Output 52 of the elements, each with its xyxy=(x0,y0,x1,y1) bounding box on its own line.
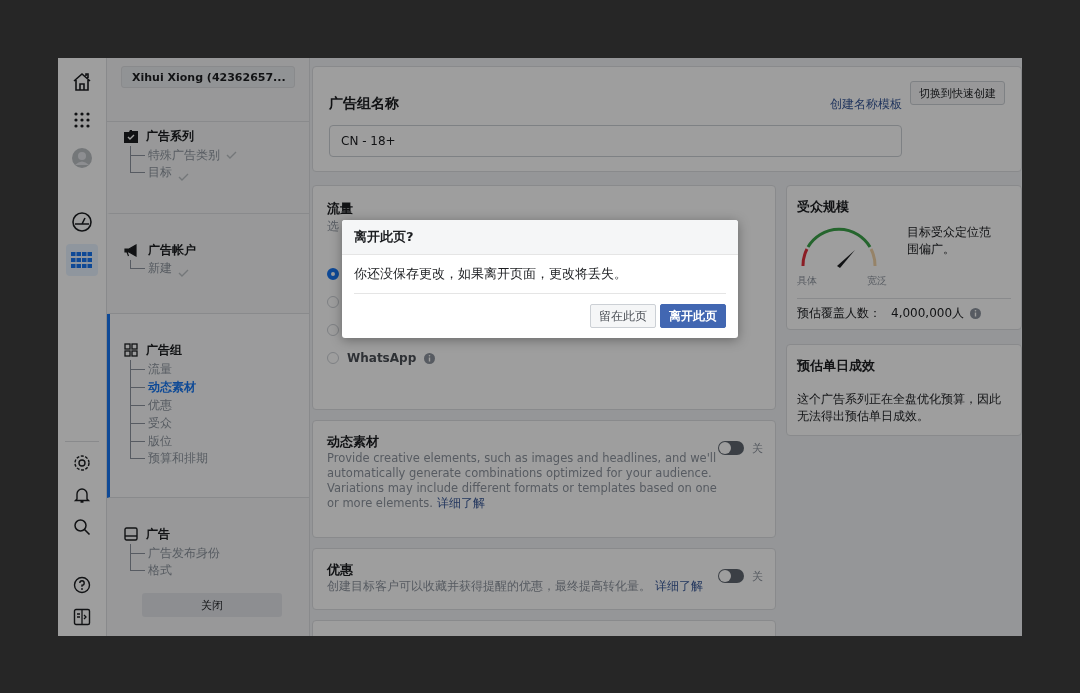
card-title: 动态素材 xyxy=(327,433,380,451)
nav-section-title[interactable]: 广告 xyxy=(146,525,170,543)
toggle-label: 关 xyxy=(752,568,763,584)
table-icon[interactable] xyxy=(66,244,98,276)
nav-item[interactable]: 特殊广告类别 xyxy=(148,146,220,164)
nav-item[interactable]: 新建 xyxy=(148,260,172,277)
monitor-icon xyxy=(124,527,138,541)
card-subtitle: 选 xyxy=(327,218,340,235)
card-title: 广告组名称 xyxy=(329,95,399,113)
folder-check-icon xyxy=(124,129,138,143)
nav-item[interactable]: 版位 xyxy=(148,432,172,450)
estimate-label: 预估覆盖人数： xyxy=(797,305,881,322)
nav-section-title[interactable]: 广告系列 xyxy=(146,127,194,145)
grid-icon xyxy=(124,343,138,357)
ad-set-name-field[interactable]: CN - 18+ xyxy=(329,125,902,157)
dialog-message: 你还没保存更改，如果离开页面，更改将丢失。 xyxy=(354,255,726,294)
card-title: 优惠 xyxy=(327,561,354,579)
card-title: 流量 xyxy=(327,200,354,218)
nav-item[interactable]: 优惠 xyxy=(148,396,172,414)
nav-section-title[interactable]: 广告帐户 xyxy=(148,241,196,259)
learn-more-link[interactable]: 详细了解 xyxy=(654,579,703,593)
toggle-label: 关 xyxy=(752,440,763,456)
megaphone-icon xyxy=(124,243,140,257)
leave-page-button[interactable]: 离开此页 xyxy=(660,304,726,328)
radio-label: WhatsApp xyxy=(347,351,417,365)
nav-item[interactable]: 流量 xyxy=(148,360,172,378)
feature-description: Provide creative elements, such as images and headlines, and we'll automatically generate combinations optimized for your audience. Variations may include different formats or templates based on one or more elements. 详细了解 xyxy=(327,451,717,511)
stay-button[interactable]: 留在此页 xyxy=(590,304,656,328)
nav-item[interactable]: 预算和排期 xyxy=(148,450,208,467)
close-button[interactable]: 关闭 xyxy=(141,593,282,617)
info-icon xyxy=(970,308,982,319)
info-icon xyxy=(424,352,436,364)
nav-item[interactable]: 广告发布身份 xyxy=(148,544,220,562)
nav-item[interactable]: 受众 xyxy=(148,414,172,432)
gauge-label: 宽泛 xyxy=(867,274,887,288)
nav-item[interactable]: 动态素材 xyxy=(148,378,196,396)
card-title: 预估单日成效 xyxy=(797,357,876,375)
nav-item[interactable]: 格式 xyxy=(148,562,172,579)
toggle-switch[interactable] xyxy=(718,441,744,455)
dialog-title: 离开此页? xyxy=(354,228,414,246)
nav-item[interactable]: 目标 xyxy=(148,164,172,181)
create-template-link[interactable]: 创建名称模板 xyxy=(830,95,902,113)
learn-more-link[interactable]: 详细了解 xyxy=(436,496,485,510)
daily-results-text: 这个广告系列正在全盘优化预算，因此无法得出预估单日成效。 xyxy=(797,391,1002,425)
nav-section-title[interactable]: 广告组 xyxy=(146,341,182,359)
toggle-switch[interactable] xyxy=(718,569,744,583)
account-selector[interactable]: Xihui Xiong (42362657... xyxy=(121,66,295,88)
card-title: 受众规模 xyxy=(797,198,850,216)
audience-note: 目标受众定位范围偏广。 xyxy=(907,224,992,258)
estimate-value: 4,000,000人 xyxy=(891,305,965,322)
feature-description: 创建目标客户可以收藏并获得提醒的优惠，最终提高转化量。 详细了解 xyxy=(327,579,704,594)
quick-create-button[interactable]: 切换到快速创建 xyxy=(910,81,1005,105)
